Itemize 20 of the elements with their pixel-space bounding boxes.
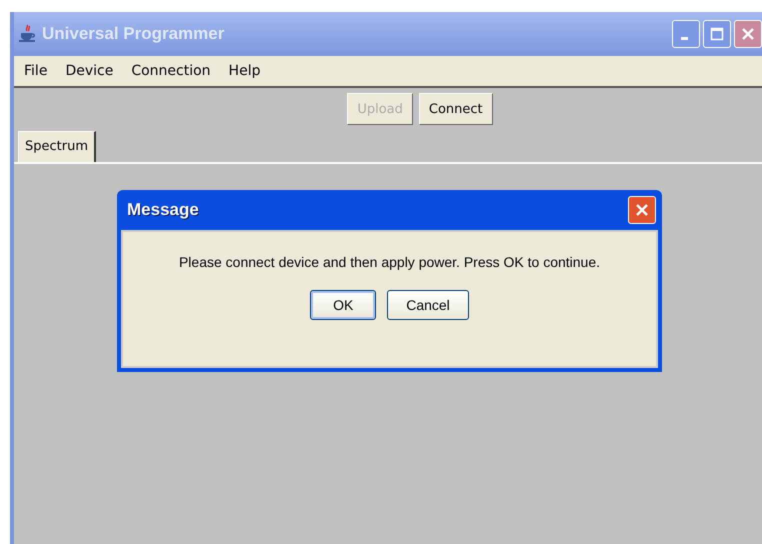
dialog-title: Message: [127, 200, 199, 220]
window-title: Universal Programmer: [42, 24, 224, 44]
menu-item[interactable]: Help: [228, 63, 260, 79]
close-button[interactable]: [734, 20, 762, 48]
menu-item[interactable]: Connection: [131, 63, 211, 79]
dialog-button[interactable]: OK: [310, 290, 376, 320]
maximize-button[interactable]: [703, 20, 731, 48]
menu-item[interactable]: Device: [65, 63, 114, 79]
coffee-cup-icon: [18, 24, 38, 44]
maximize-icon: [710, 27, 724, 41]
minimize-button[interactable]: [672, 20, 700, 48]
close-button[interactable]: [628, 196, 656, 224]
close-icon: [635, 203, 649, 217]
minimize-icon: [681, 36, 688, 40]
message-text: Please connect device and then apply power. Press OK to continue.: [178, 254, 600, 270]
toolbar-button[interactable]: Connect: [418, 93, 493, 125]
close-icon: [741, 27, 755, 41]
dialog-button[interactable]: Cancel: [387, 290, 469, 320]
tab[interactable]: Spectrum: [18, 131, 96, 162]
menu-item[interactable]: File: [24, 63, 48, 79]
